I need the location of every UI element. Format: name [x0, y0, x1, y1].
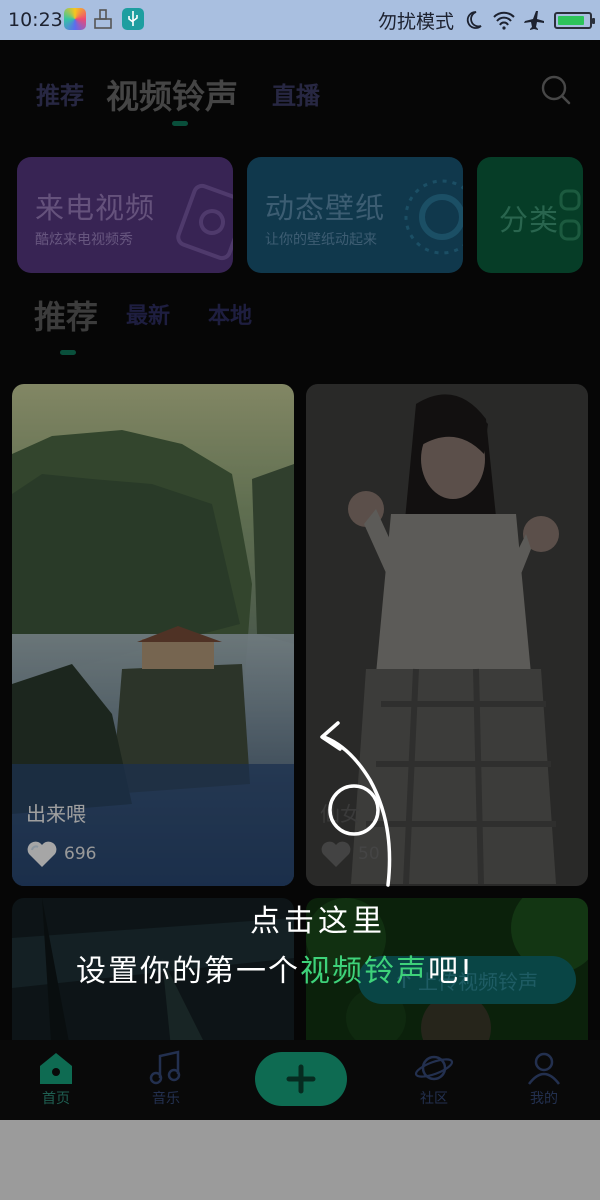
- banner-video-call-title: 来电视频: [35, 191, 156, 225]
- heart-icon: [27, 841, 57, 867]
- nav-community[interactable]: 社区: [394, 1050, 474, 1108]
- status-right: 勿扰模式: [377, 8, 595, 33]
- moon-icon: [466, 11, 482, 29]
- photos-app-icon: [64, 8, 86, 30]
- tutorial-text-line2: 设置你的第一个视频铃声吧!: [76, 946, 474, 990]
- card-likes[interactable]: 696: [26, 840, 96, 868]
- nav-home-label: 首页: [42, 1091, 70, 1107]
- battery-icon: [554, 11, 595, 29]
- home-icon: [40, 1053, 72, 1084]
- tab-video-ringtone[interactable]: 视频铃声: [106, 70, 238, 118]
- tutorial-text-highlight: 视频铃声: [300, 954, 428, 989]
- nav-profile[interactable]: 我的: [504, 1050, 584, 1108]
- dnd-label: 勿扰模式: [377, 10, 454, 33]
- tab-live[interactable]: 直播: [272, 76, 320, 111]
- subtab-local[interactable]: 本地: [208, 298, 252, 330]
- tutorial-text-line1: 点击这里: [250, 904, 386, 939]
- subtab-indicator: [60, 350, 76, 355]
- subtab-recommend[interactable]: 推荐: [34, 292, 98, 338]
- tutorial-text-suffix: 吧!: [428, 954, 475, 989]
- app-screen: 10:23 勿扰模式 推荐 视频铃声 直播 来电视频 酷炫来电视频秀 动态壁纸 …: [0, 0, 600, 1120]
- banner-video-call[interactable]: 来电视频 酷炫来电视频秀: [17, 157, 233, 273]
- nav-music-label: 音乐: [152, 1091, 180, 1107]
- status-bar: 10:23 勿扰模式: [0, 0, 600, 40]
- search-icon[interactable]: [540, 74, 572, 106]
- tutorial-highlight-circle: [328, 784, 380, 836]
- banner-video-call-subtitle: 酷炫来电视频秀: [35, 232, 133, 248]
- nav-profile-label: 我的: [530, 1091, 558, 1107]
- nav-community-label: 社区: [420, 1091, 448, 1107]
- create-button[interactable]: [255, 1052, 347, 1106]
- banner-deco-dial-icon: [404, 179, 463, 255]
- nav-music[interactable]: 音乐: [126, 1050, 206, 1108]
- tab-recommend[interactable]: 推荐: [36, 76, 84, 111]
- nav-home[interactable]: 首页: [16, 1050, 96, 1108]
- system-nav-area: [0, 1120, 600, 1200]
- wifi-icon: [493, 11, 515, 30]
- banner-live-wallpaper-subtitle: 让你的壁纸动起来: [265, 232, 377, 248]
- user-icon: [528, 1052, 560, 1085]
- banner-category[interactable]: 分类: [477, 157, 583, 273]
- banner-deco-phone-icon: [176, 183, 233, 261]
- status-time: 10:23: [8, 9, 63, 31]
- clean-brush-icon: [94, 9, 112, 29]
- top-tab-indicator: [172, 121, 188, 126]
- plus-icon: [286, 1064, 316, 1094]
- banner-live-wallpaper[interactable]: 动态壁纸 让你的壁纸动起来: [247, 157, 463, 273]
- usb-icon: [122, 8, 144, 30]
- planet-icon: [414, 1055, 454, 1081]
- banner-deco-grid-icon: [559, 189, 581, 241]
- airplane-icon: [524, 11, 544, 30]
- music-note-icon: [149, 1050, 181, 1085]
- card-title: 出来喂: [26, 802, 86, 826]
- video-card[interactable]: 出来喂 696: [12, 384, 294, 886]
- like-count: 696: [64, 844, 97, 864]
- banner-live-wallpaper-title: 动态壁纸: [265, 191, 386, 225]
- tutorial-text-prefix: 设置你的第一个: [76, 954, 300, 989]
- subtab-latest[interactable]: 最新: [126, 298, 170, 330]
- banner-category-title: 分类: [499, 203, 560, 237]
